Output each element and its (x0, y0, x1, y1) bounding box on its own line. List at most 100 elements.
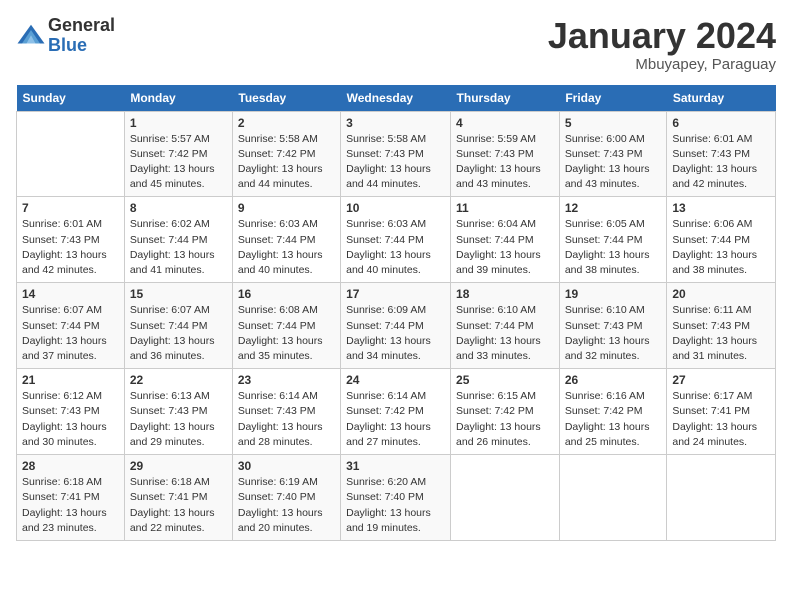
day-info: Sunrise: 6:01 AMSunset: 7:43 PMDaylight:… (672, 132, 770, 193)
calendar-cell: 2 Sunrise: 5:58 AMSunset: 7:42 PMDaylight… (232, 111, 340, 197)
day-number: 17 (346, 287, 445, 301)
day-number: 28 (22, 459, 119, 473)
logo-general: General (48, 16, 115, 36)
calendar-cell: 23 Sunrise: 6:14 AMSunset: 7:43 PMDayligh… (232, 369, 340, 455)
location: Mbuyapey, Paraguay (548, 56, 776, 73)
day-number: 5 (565, 116, 662, 130)
day-info: Sunrise: 6:09 AMSunset: 7:44 PMDaylight:… (346, 303, 445, 364)
calendar-cell: 24 Sunrise: 6:14 AMSunset: 7:42 PMDayligh… (341, 369, 451, 455)
day-info: Sunrise: 6:07 AMSunset: 7:44 PMDaylight:… (130, 303, 227, 364)
day-info: Sunrise: 6:00 AMSunset: 7:43 PMDaylight:… (565, 132, 662, 193)
day-info: Sunrise: 6:06 AMSunset: 7:44 PMDaylight:… (672, 217, 770, 278)
day-number: 21 (22, 373, 119, 387)
day-info: Sunrise: 5:58 AMSunset: 7:42 PMDaylight:… (238, 132, 335, 193)
calendar-cell: 1 Sunrise: 5:57 AMSunset: 7:42 PMDaylight… (124, 111, 232, 197)
calendar-cell: 14 Sunrise: 6:07 AMSunset: 7:44 PMDayligh… (17, 283, 125, 369)
logo-text: General Blue (48, 16, 115, 56)
week-row-3: 14 Sunrise: 6:07 AMSunset: 7:44 PMDayligh… (17, 283, 776, 369)
day-number: 7 (22, 201, 119, 215)
day-info: Sunrise: 6:02 AMSunset: 7:44 PMDaylight:… (130, 217, 227, 278)
calendar-cell: 8 Sunrise: 6:02 AMSunset: 7:44 PMDaylight… (124, 197, 232, 283)
day-number: 6 (672, 116, 770, 130)
calendar-cell (667, 455, 776, 541)
header-wednesday: Wednesday (341, 85, 451, 112)
day-number: 14 (22, 287, 119, 301)
day-number: 26 (565, 373, 662, 387)
header-tuesday: Tuesday (232, 85, 340, 112)
week-row-2: 7 Sunrise: 6:01 AMSunset: 7:43 PMDaylight… (17, 197, 776, 283)
header-row: SundayMondayTuesdayWednesdayThursdayFrid… (17, 85, 776, 112)
day-info: Sunrise: 6:18 AMSunset: 7:41 PMDaylight:… (130, 475, 227, 536)
day-number: 11 (456, 201, 554, 215)
day-info: Sunrise: 5:59 AMSunset: 7:43 PMDaylight:… (456, 132, 554, 193)
calendar-cell: 20Sunrise: 6:11 AMSunset: 7:43 PMDayligh… (667, 283, 776, 369)
calendar-cell: 16Sunrise: 6:08 AMSunset: 7:44 PMDayligh… (232, 283, 340, 369)
calendar-cell: 5 Sunrise: 6:00 AMSunset: 7:43 PMDaylight… (559, 111, 667, 197)
day-info: Sunrise: 6:14 AMSunset: 7:43 PMDaylight:… (238, 389, 335, 450)
day-info: Sunrise: 6:03 AMSunset: 7:44 PMDaylight:… (238, 217, 335, 278)
calendar-cell: 18 Sunrise: 6:10 AMSunset: 7:44 PMDayligh… (451, 283, 560, 369)
calendar-cell: 21 Sunrise: 6:12 AMSunset: 7:43 PMDayligh… (17, 369, 125, 455)
calendar-cell: 28 Sunrise: 6:18 AMSunset: 7:41 PMDayligh… (17, 455, 125, 541)
day-number: 1 (130, 116, 227, 130)
day-number: 30 (238, 459, 335, 473)
calendar-cell: 19Sunrise: 6:10 AMSunset: 7:43 PMDayligh… (559, 283, 667, 369)
day-info: Sunrise: 6:01 AMSunset: 7:43 PMDaylight:… (22, 217, 119, 278)
day-number: 24 (346, 373, 445, 387)
calendar-cell: 6 Sunrise: 6:01 AMSunset: 7:43 PMDaylight… (667, 111, 776, 197)
day-number: 19 (565, 287, 662, 301)
day-info: Sunrise: 6:13 AMSunset: 7:43 PMDaylight:… (130, 389, 227, 450)
calendar-cell: 13 Sunrise: 6:06 AMSunset: 7:44 PMDayligh… (667, 197, 776, 283)
day-number: 13 (672, 201, 770, 215)
header-thursday: Thursday (451, 85, 560, 112)
day-number: 22 (130, 373, 227, 387)
day-info: Sunrise: 6:14 AMSunset: 7:42 PMDaylight:… (346, 389, 445, 450)
day-info: Sunrise: 6:17 AMSunset: 7:41 PMDaylight:… (672, 389, 770, 450)
day-info: Sunrise: 6:05 AMSunset: 7:44 PMDaylight:… (565, 217, 662, 278)
day-info: Sunrise: 6:18 AMSunset: 7:41 PMDaylight:… (22, 475, 119, 536)
calendar-cell: 15 Sunrise: 6:07 AMSunset: 7:44 PMDayligh… (124, 283, 232, 369)
day-info: Sunrise: 5:57 AMSunset: 7:42 PMDaylight:… (130, 132, 227, 193)
header-monday: Monday (124, 85, 232, 112)
day-number: 18 (456, 287, 554, 301)
header-sunday: Sunday (17, 85, 125, 112)
calendar-cell: 10Sunrise: 6:03 AMSunset: 7:44 PMDayligh… (341, 197, 451, 283)
day-info: Sunrise: 6:19 AMSunset: 7:40 PMDaylight:… (238, 475, 335, 536)
page-header: General Blue January 2024 Mbuyapey, Para… (16, 16, 776, 73)
logo-blue: Blue (48, 36, 115, 56)
calendar-cell: 9 Sunrise: 6:03 AMSunset: 7:44 PMDaylight… (232, 197, 340, 283)
calendar-cell: 27Sunrise: 6:17 AMSunset: 7:41 PMDayligh… (667, 369, 776, 455)
day-number: 2 (238, 116, 335, 130)
day-number: 23 (238, 373, 335, 387)
day-info: Sunrise: 6:12 AMSunset: 7:43 PMDaylight:… (22, 389, 119, 450)
calendar-cell (559, 455, 667, 541)
day-number: 4 (456, 116, 554, 130)
day-info: Sunrise: 6:07 AMSunset: 7:44 PMDaylight:… (22, 303, 119, 364)
day-number: 20 (672, 287, 770, 301)
day-number: 12 (565, 201, 662, 215)
calendar-cell: 17 Sunrise: 6:09 AMSunset: 7:44 PMDayligh… (341, 283, 451, 369)
day-number: 31 (346, 459, 445, 473)
logo: General Blue (16, 16, 115, 56)
day-number: 9 (238, 201, 335, 215)
calendar-cell: 29 Sunrise: 6:18 AMSunset: 7:41 PMDayligh… (124, 455, 232, 541)
week-row-1: 1 Sunrise: 5:57 AMSunset: 7:42 PMDaylight… (17, 111, 776, 197)
calendar-cell (451, 455, 560, 541)
day-info: Sunrise: 6:15 AMSunset: 7:42 PMDaylight:… (456, 389, 554, 450)
day-info: Sunrise: 6:16 AMSunset: 7:42 PMDaylight:… (565, 389, 662, 450)
day-info: Sunrise: 6:20 AMSunset: 7:40 PMDaylight:… (346, 475, 445, 536)
day-number: 29 (130, 459, 227, 473)
calendar-cell: 30 Sunrise: 6:19 AMSunset: 7:40 PMDayligh… (232, 455, 340, 541)
day-number: 8 (130, 201, 227, 215)
month-title: January 2024 (548, 16, 776, 56)
calendar-cell: 25Sunrise: 6:15 AMSunset: 7:42 PMDayligh… (451, 369, 560, 455)
calendar-cell: 26 Sunrise: 6:16 AMSunset: 7:42 PMDayligh… (559, 369, 667, 455)
calendar-table: SundayMondayTuesdayWednesdayThursdayFrid… (16, 85, 776, 541)
calendar-cell: 12 Sunrise: 6:05 AMSunset: 7:44 PMDayligh… (559, 197, 667, 283)
day-number: 3 (346, 116, 445, 130)
week-row-5: 28 Sunrise: 6:18 AMSunset: 7:41 PMDayligh… (17, 455, 776, 541)
logo-icon (16, 21, 46, 51)
day-info: Sunrise: 6:10 AMSunset: 7:44 PMDaylight:… (456, 303, 554, 364)
day-info: Sunrise: 5:58 AMSunset: 7:43 PMDaylight:… (346, 132, 445, 193)
day-number: 15 (130, 287, 227, 301)
